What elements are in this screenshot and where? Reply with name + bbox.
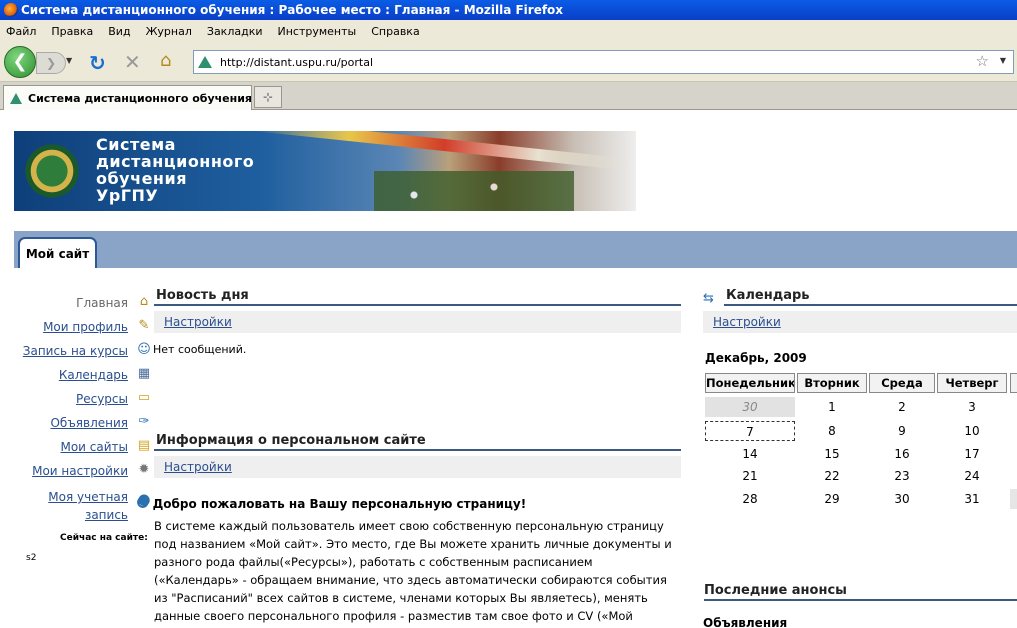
sidebar-item-announcements[interactable]: Объявления ✑: [14, 412, 152, 436]
menu-view[interactable]: Вид: [108, 25, 130, 38]
calendar-day[interactable]: 8: [797, 421, 867, 441]
banner-stripe: [254, 131, 634, 171]
sidebar-item-home[interactable]: Главная ⌂: [14, 292, 152, 316]
announcements-subtitle: Объявления: [703, 616, 788, 628]
online-user-name: s2: [26, 553, 37, 563]
menu-bookmarks[interactable]: Закладки: [207, 25, 263, 38]
calendar-day[interactable]: 3: [937, 397, 1007, 417]
calendar-day[interactable]: 23: [869, 466, 935, 486]
sidebar-item-my-sites[interactable]: Мои сайты ▤: [14, 436, 152, 460]
banner-title: Система дистанционного обучения УрГПУ: [96, 135, 255, 205]
sidebar-item-resources[interactable]: Ресурсы ▭: [14, 388, 152, 412]
bookmark-star-icon[interactable]: ☆: [976, 52, 989, 70]
site-info-settings-link[interactable]: Настройки: [164, 460, 232, 474]
site-favicon-icon: [198, 56, 212, 68]
sidebar-item-course-enrollment[interactable]: Запись на курсы ☺: [14, 340, 152, 364]
calendar-settings-bar: Настройки: [703, 311, 1017, 333]
calendar-day[interactable]: 21: [705, 466, 795, 486]
calendar-portlet-title: Календарь: [724, 288, 1017, 306]
calendar-icon: ▦: [137, 366, 151, 381]
tab-title: Система дистанционного обучения...: [28, 91, 252, 105]
home-icon: ⌂: [139, 294, 149, 309]
menu-tools[interactable]: Инструменты: [278, 25, 357, 38]
welcome-body-text: В системе каждый пользователь имеет свою…: [154, 519, 672, 628]
calendar-day-today[interactable]: 7: [705, 421, 795, 441]
history-dropdown-icon[interactable]: ▼: [66, 56, 72, 65]
stop-icon[interactable]: ✕: [124, 50, 141, 74]
gear-icon: ✹: [138, 462, 150, 477]
calendar-day[interactable]: 29: [797, 489, 867, 509]
calendar-day[interactable]: 1: [797, 397, 867, 417]
university-emblem-icon: [22, 139, 82, 203]
window-titlebar: Система дистанционного обучения : Рабоче…: [0, 0, 1017, 20]
calendar-day[interactable]: 28: [705, 489, 795, 509]
news-settings-link[interactable]: Настройки: [164, 315, 232, 329]
calendar-header-friday-partial: [1010, 373, 1017, 393]
new-tab-button[interactable]: ⊹: [254, 86, 282, 108]
folder-icon: ▭: [137, 390, 151, 405]
calendar-day[interactable]: 30: [705, 397, 795, 417]
calendar-day[interactable]: 31: [937, 489, 1007, 509]
browser-tab-active[interactable]: Система дистанционного обучения...: [3, 85, 252, 110]
news-portlet-title: Новость дня: [154, 288, 681, 306]
menu-file[interactable]: Файл: [6, 25, 36, 38]
calendar-header-wednesday: Среда: [869, 373, 935, 393]
welcome-heading-text: Добро пожаловать на Вашу персональную ст…: [152, 496, 527, 511]
calendar-header-tuesday: Вторник: [797, 373, 867, 393]
online-users-label: Сейчас на сайте:: [60, 533, 148, 543]
banner-photo: [374, 171, 574, 211]
calendar-header-monday: Понедельник: [705, 373, 795, 393]
menu-history[interactable]: Журнал: [146, 25, 192, 38]
navigation-toolbar: ❮ ❯ ▼ ↻ ✕ ⌂ http://distant.uspu.ru/porta…: [0, 42, 1017, 82]
back-button[interactable]: ❮: [4, 46, 36, 78]
calendar-settings-link[interactable]: Настройки: [713, 315, 781, 329]
calendar-header-thursday: Четверг: [937, 373, 1007, 393]
person-icon: ☻: [136, 496, 150, 511]
forward-button[interactable]: ❯: [36, 52, 66, 74]
calendar-day[interactable]: 14: [705, 444, 795, 464]
sidebar-item-calendar[interactable]: Календарь ▦: [14, 364, 152, 388]
calendar-day[interactable]: 16: [869, 444, 935, 464]
url-bar[interactable]: http://distant.uspu.ru/portal ☆ ▼: [193, 50, 1014, 74]
pin-icon: ✑: [138, 414, 150, 429]
browser-tab-bar: Система дистанционного обучения... ⊹: [0, 82, 1017, 110]
user-icon: ☺: [137, 342, 151, 357]
calendar-day[interactable]: 10: [937, 421, 1007, 441]
news-empty-message: Нет сообщений.: [153, 343, 247, 356]
calendar-day[interactable]: 2: [869, 397, 935, 417]
announcements-portlet-title: Последние анонсы: [704, 583, 1017, 601]
calendar-day[interactable]: 30: [869, 489, 935, 509]
home-button-icon[interactable]: ⌂: [160, 50, 171, 71]
site-info-settings-bar: Настройки: [154, 456, 681, 478]
welcome-heading: ☻ Добро пожаловать на Вашу персональную …: [136, 496, 526, 511]
calendar-day[interactable]: 17: [937, 444, 1007, 464]
calendar-sync-icon: ⇆: [703, 291, 714, 306]
sidebar-item-my-settings[interactable]: Мои настройки ✹: [14, 460, 152, 484]
menu-edit[interactable]: Правка: [51, 25, 93, 38]
news-settings-bar: Настройки: [154, 311, 681, 333]
sidebar-item-profile[interactable]: Мои профиль ✎: [14, 316, 152, 340]
calendar-day[interactable]: 9: [869, 421, 935, 441]
site-banner: Система дистанционного обучения УрГПУ: [14, 131, 636, 211]
url-text[interactable]: http://distant.uspu.ru/portal: [220, 56, 373, 69]
calendar-day[interactable]: 15: [797, 444, 867, 464]
tab-favicon-icon: [10, 92, 22, 104]
profile-icon: ✎: [138, 318, 150, 333]
menu-bar: Файл Правка Вид Журнал Закладки Инструме…: [0, 20, 1017, 42]
sites-icon: ▤: [137, 438, 151, 453]
sidebar-item-my-account[interactable]: Моя учетная запись ☻: [14, 484, 152, 524]
window-title: Система дистанционного обучения : Рабоче…: [21, 3, 564, 17]
firefox-icon: [4, 3, 18, 17]
reload-icon[interactable]: ↻: [89, 51, 106, 75]
tab-my-site[interactable]: Мой сайт: [18, 237, 97, 268]
calendar-month-label: Декабрь, 2009: [705, 351, 807, 365]
site-info-portlet-title: Информация о персональном сайте: [154, 433, 681, 451]
site-tab-strip: Мой сайт: [14, 231, 1017, 268]
menu-help[interactable]: Справка: [371, 25, 419, 38]
calendar-day[interactable]: 22: [797, 466, 867, 486]
url-dropdown-icon[interactable]: ▼: [1000, 56, 1006, 65]
calendar-day[interactable]: 24: [937, 466, 1007, 486]
calendar-day-partial: [1010, 489, 1017, 509]
